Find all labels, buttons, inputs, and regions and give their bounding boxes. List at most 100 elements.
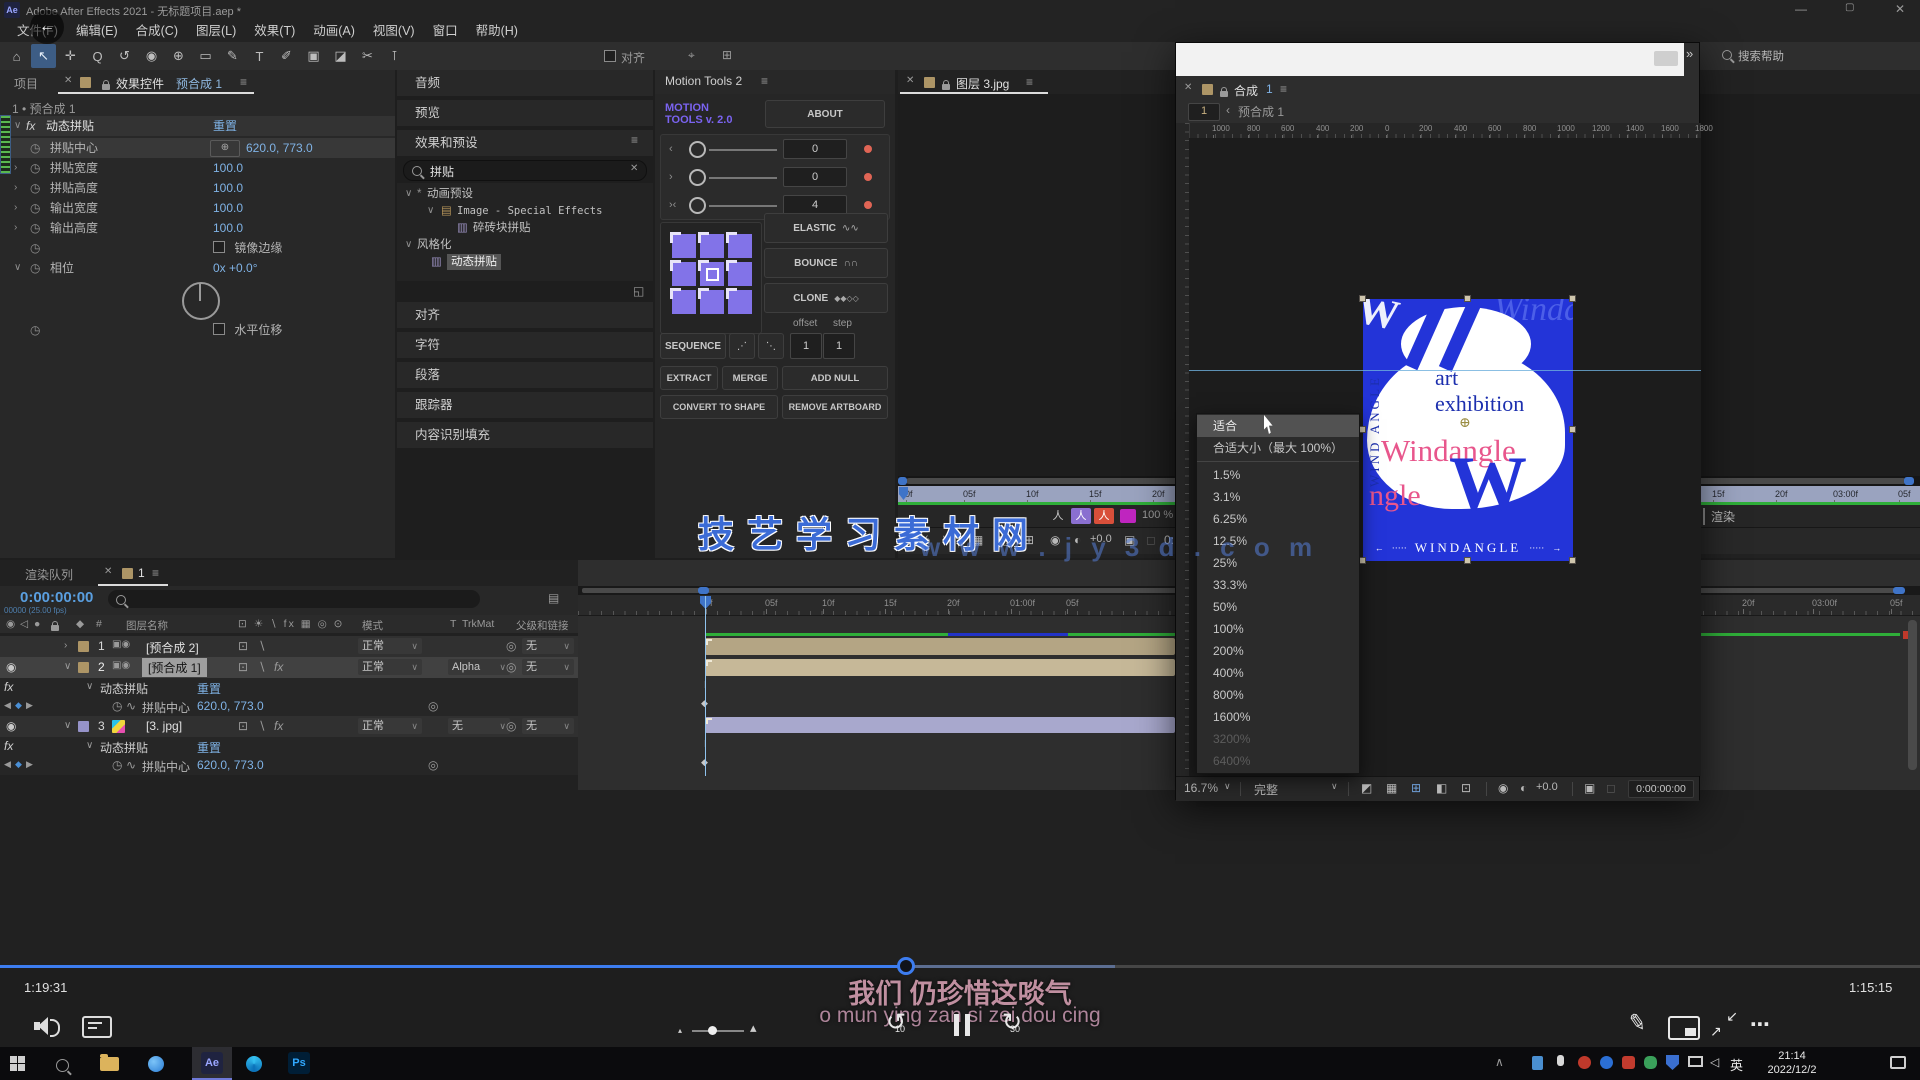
point-picker-button[interactable]: ⊕	[210, 140, 240, 157]
zoom-select[interactable]: 16.7%	[1184, 781, 1218, 795]
tool-icon[interactable]: ⊺	[382, 44, 407, 68]
layer-bar-3[interactable]	[705, 717, 1175, 733]
minimize-button[interactable]: —	[1795, 2, 1807, 16]
tray-usb-icon[interactable]	[1532, 1056, 1543, 1070]
comp-timecode[interactable]: 0:00:00:00	[1628, 780, 1694, 798]
tab-project[interactable]: 项目	[14, 75, 38, 92]
expander-icon[interactable]: ∨	[86, 681, 93, 692]
window-title-strip[interactable]	[1176, 43, 1684, 76]
slider-value[interactable]: 0	[783, 139, 847, 159]
add-keyframe-icon[interactable]: ◆	[15, 700, 22, 711]
trkmat-select[interactable]: 无∨	[448, 718, 510, 734]
more-options-icon[interactable]: ⋯	[1750, 1012, 1770, 1037]
convert-to-shape-button[interactable]: CONVERT TO SHAPE	[660, 395, 778, 419]
anchor-br[interactable]	[728, 290, 752, 314]
property-value[interactable]: 620.0, 773.0	[197, 758, 264, 772]
expander-icon[interactable]: ›	[64, 640, 67, 651]
trkmat-select[interactable]: Alpha∨	[448, 659, 510, 675]
volume-slider-handle[interactable]	[708, 1026, 717, 1035]
slider-knob[interactable]	[689, 169, 706, 186]
expander-icon[interactable]: ∨	[64, 720, 71, 731]
motion-tools-tab[interactable]: Motion Tools 2	[665, 74, 742, 88]
pickwhip-icon[interactable]: ◎	[506, 660, 516, 674]
lock-icon[interactable]	[942, 84, 950, 90]
stopwatch-icon[interactable]: ◷	[30, 138, 40, 158]
tray-shield-icon[interactable]	[1666, 1055, 1679, 1070]
stopwatch-icon[interactable]: ◷	[112, 758, 122, 772]
resolution-select[interactable]: 完整	[1254, 781, 1278, 798]
fx-switch[interactable]: fx	[274, 660, 283, 674]
tree-preset-motion-tile[interactable]: ▥ 动态拼贴	[397, 254, 653, 270]
step-value[interactable]: 1	[823, 333, 855, 359]
tree-label-selected[interactable]: 动态拼贴	[447, 254, 501, 270]
expander-icon[interactable]: ∨	[64, 661, 71, 672]
prev-keyframe-icon[interactable]: ◀	[4, 700, 11, 711]
player-back-button[interactable]: ←	[30, 10, 64, 44]
grid-icon[interactable]: ⊞	[722, 48, 732, 62]
zoom-menu-item[interactable]: 1600%	[1197, 706, 1359, 728]
panel-audio[interactable]: 音频	[397, 70, 653, 96]
input-method-indicator[interactable]: 英	[1730, 1055, 1743, 1074]
bounce-button[interactable]: BOUNCE∩∩	[764, 248, 888, 278]
current-timecode[interactable]: 0:00:00:00	[20, 589, 93, 606]
reset-link[interactable]: 重置	[197, 680, 221, 697]
exposure-icon[interactable]: ◐	[1520, 781, 1527, 795]
param-value[interactable]: 0x +0.0°	[213, 258, 258, 278]
panel-menu-icon[interactable]: ≡	[1280, 82, 1287, 96]
grid-guides-icon[interactable]: ⊡	[1461, 781, 1471, 795]
opacity-value[interactable]: 100 %	[1142, 509, 1173, 521]
tree-folder-image[interactable]: ∨ ▤ Image - Special Effects	[397, 203, 653, 219]
anchor-center[interactable]	[700, 262, 724, 286]
zoom-menu-item[interactable]: 400%	[1197, 662, 1359, 684]
zoom-menu-item[interactable]: 6.25%	[1197, 508, 1359, 530]
tray-expand-icon[interactable]: ∧	[1495, 1055, 1504, 1069]
quality-switch[interactable]: ⊡	[238, 719, 248, 733]
maximize-button[interactable]: ▢	[1845, 2, 1854, 13]
panel-content-fill[interactable]: 内容识别填充	[397, 422, 653, 448]
notification-center-icon[interactable]	[1890, 1056, 1906, 1069]
presets-search[interactable]: 拼贴 ✕	[403, 160, 647, 181]
blend-mode-select[interactable]: 正常∨	[358, 718, 422, 734]
taskbar-search-icon[interactable]	[56, 1059, 69, 1072]
chevron-down-icon[interactable]: ∨	[1331, 781, 1338, 792]
slider-mode-icon[interactable]: ›	[669, 171, 673, 183]
merge-button[interactable]: MERGE	[722, 366, 778, 390]
selection-handle[interactable]	[1359, 295, 1366, 302]
layer-name[interactable]: [预合成 1]	[142, 658, 207, 677]
parent-link-column[interactable]: 父级和链接	[516, 618, 569, 633]
effect-row[interactable]: fx ∨ 动态拼贴 重置	[0, 737, 578, 756]
danmaku-icon[interactable]	[82, 1016, 112, 1038]
parent-select[interactable]: 无∨	[522, 718, 574, 734]
align-checkbox[interactable]	[604, 50, 616, 62]
frame-blend-switch[interactable]: ∖	[258, 660, 266, 674]
lock-icon[interactable]	[1220, 91, 1228, 97]
comp-h-ruler[interactable]: 1000800600400200020040060080010001200140…	[1189, 123, 1701, 139]
blend-mode-select[interactable]: 正常∨	[358, 659, 422, 675]
browser-icon[interactable]	[148, 1056, 164, 1072]
tree-group-anim[interactable]: ∨ * 动画预设	[397, 186, 653, 202]
menu-item[interactable]: 图层(L)	[187, 20, 245, 42]
blend-mode-select[interactable]: 正常∨	[358, 638, 422, 654]
parent-select[interactable]: 无∨	[522, 638, 574, 654]
menu-item[interactable]: 效果(T)	[245, 20, 304, 42]
expander-icon[interactable]: ›	[14, 158, 17, 178]
hshift-checkbox[interactable]	[213, 323, 225, 335]
add-keyframe-icon[interactable]: ◆	[15, 759, 22, 770]
param-value[interactable]: 100.0	[213, 178, 243, 198]
param-value[interactable]: 100.0	[213, 198, 243, 218]
expander-icon[interactable]: ›	[14, 218, 17, 238]
anchor-b[interactable]	[700, 290, 724, 314]
poster-layer[interactable]: Winda W WIND ANGLE art exhibition ⊕ Wind…	[1363, 299, 1573, 561]
tab-close-icon[interactable]: ✕	[64, 75, 72, 86]
tool-icon[interactable]: ↺	[112, 44, 137, 68]
render-toggle-label[interactable]: 渲染	[1703, 508, 1735, 525]
panel-align[interactable]: 对齐	[397, 302, 653, 328]
strip-button[interactable]	[1654, 51, 1678, 66]
notes-pencil-icon[interactable]: ✎	[1626, 1009, 1649, 1038]
tool-icon[interactable]: ✛	[58, 44, 83, 68]
parent-select[interactable]: 无∨	[522, 659, 574, 675]
param-row[interactable]: › ◷ 拼贴高度 100.0	[0, 178, 395, 198]
stopwatch-icon[interactable]: ◷	[30, 258, 40, 278]
zoom-menu-item[interactable]: 适合	[1197, 415, 1359, 437]
pickwhip-icon[interactable]: ◎	[428, 699, 438, 713]
